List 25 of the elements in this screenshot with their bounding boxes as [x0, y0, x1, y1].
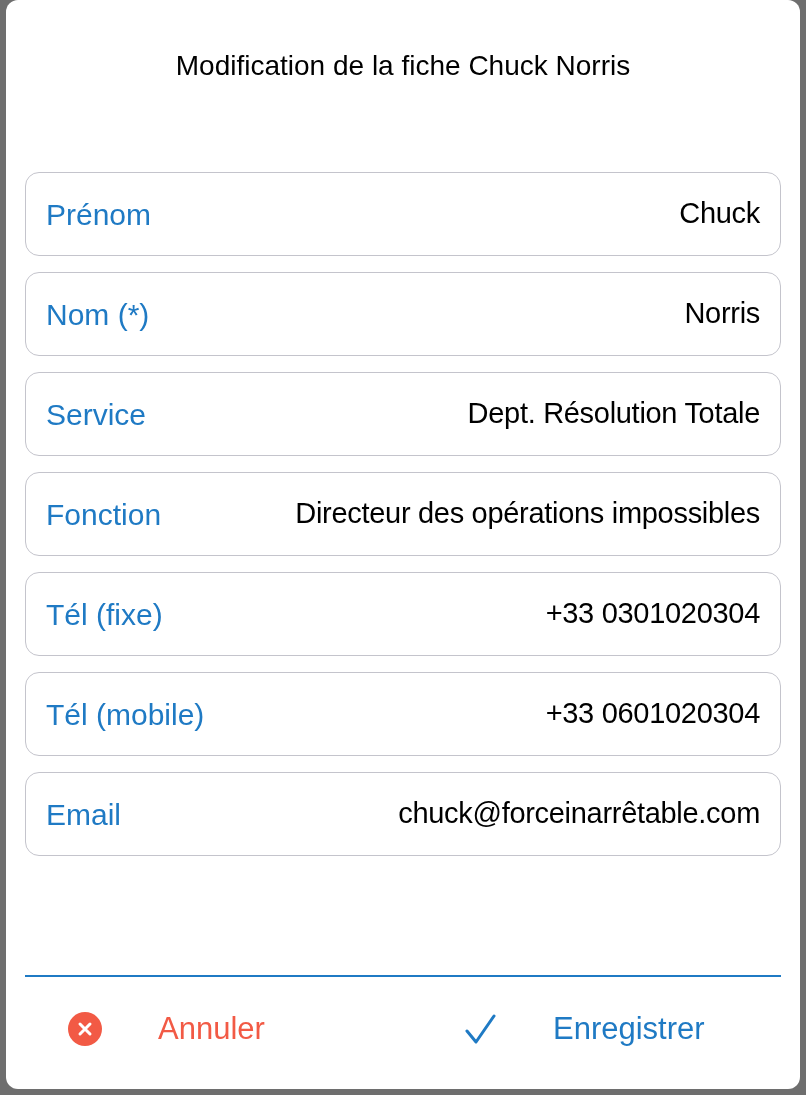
form-field[interactable]: Tél (fixe) +33 0301020304 — [25, 572, 781, 656]
field-value: chuck@forceinarrêtable.com — [398, 796, 760, 832]
save-button[interactable]: Enregistrer — [403, 1005, 800, 1053]
field-value: Directeur des opérations impossibles — [295, 496, 760, 532]
dialog-title: Modification de la fiche Chuck Norris — [175, 49, 631, 83]
form-field[interactable]: Tél (mobile) +33 0601020304 — [25, 672, 781, 756]
cancel-icon — [68, 1012, 102, 1046]
field-label: Email — [46, 796, 121, 833]
form-field[interactable]: Fonction Directeur des opérations impossibles — [25, 472, 781, 556]
field-value: Dept. Résolution Totale — [467, 396, 760, 432]
form-field[interactable]: Service Dept. Résolution Totale — [25, 372, 781, 456]
form-field[interactable]: Email chuck@forceinarrêtable.com — [25, 772, 781, 856]
field-value: +33 0601020304 — [545, 696, 760, 732]
checkmark-icon — [465, 1013, 497, 1045]
field-value: Chuck — [679, 196, 760, 232]
field-label: Fonction — [46, 496, 162, 533]
field-value: Norris — [684, 296, 760, 332]
form-field[interactable]: Nom (*) Norris — [25, 272, 781, 356]
field-label: Tél (fixe) — [46, 596, 163, 633]
form-field[interactable]: Prénom Chuck — [25, 172, 781, 256]
field-value: +33 0301020304 — [545, 596, 760, 632]
field-label: Service — [46, 396, 147, 433]
field-label: Nom (*) — [46, 296, 150, 333]
field-label: Tél (mobile) — [46, 696, 205, 733]
field-label: Prénom — [46, 196, 152, 233]
